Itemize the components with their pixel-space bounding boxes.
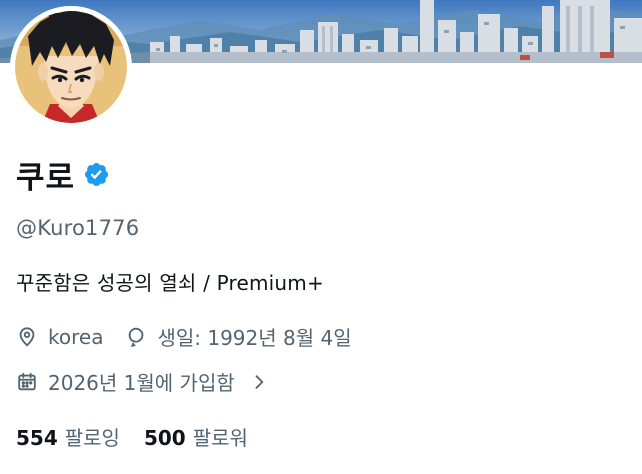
profile-name-row: 쿠로	[16, 150, 110, 198]
following-count: 554	[16, 426, 58, 450]
avatar[interactable]	[10, 6, 132, 128]
calendar-icon	[16, 371, 38, 393]
profile-joined-row[interactable]: 2026년 1월에 가입함	[16, 367, 269, 396]
location-pin-icon	[16, 326, 38, 348]
profile-handle: @Kuro1776	[16, 216, 140, 240]
following-label: 팔로잉	[64, 426, 120, 450]
birthday-item: 생일: 1992년 8월 4일	[125, 322, 352, 351]
joined-item[interactable]: 2026년 1월에 가입함	[16, 367, 269, 396]
followers-count: 500	[143, 426, 186, 450]
followers-link[interactable]: 500 팔로워	[144, 422, 248, 451]
display-name: 쿠로	[16, 159, 76, 196]
chevron-right-icon[interactable]	[249, 372, 269, 392]
profile-header: 쿠로 @Kuro1776 꾸준함은 성공의 열쇠 / Premium+ kore…	[0, 0, 642, 474]
verified-badge-icon[interactable]	[83, 161, 110, 188]
location-text: korea	[48, 324, 104, 349]
avatar-image	[10, 6, 132, 128]
followers-label: 팔로워	[192, 426, 248, 450]
balloon-icon	[125, 326, 147, 348]
location-item: korea	[16, 325, 103, 349]
profile-meta-row: korea 생일: 1992년 8월 4일	[16, 322, 352, 351]
follow-stats: 554 팔로잉 500 팔로워	[16, 422, 248, 451]
joined-text: 2026년 1월에 가입함	[48, 371, 235, 395]
profile-bio: 꾸준함은 성공의 열쇠 / Premium+	[16, 271, 324, 295]
following-link[interactable]: 554 팔로잉	[16, 422, 120, 451]
birthday-text: 생일: 1992년 8월 4일	[157, 326, 352, 350]
